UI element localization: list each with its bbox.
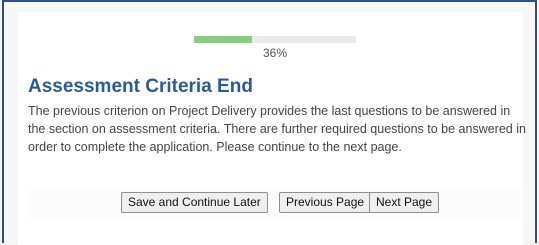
save-and-continue-later-button[interactable]: Save and Continue Later	[121, 192, 268, 213]
progress-bar-track	[194, 36, 356, 43]
progress-indicator: 36%	[194, 36, 356, 60]
progress-label: 36%	[262, 46, 288, 60]
page-title: Assessment Criteria End	[28, 76, 253, 97]
progress-bar-fill	[194, 36, 253, 43]
page-frame: 36% Assessment Criteria End The previous…	[2, 0, 537, 245]
page-description: The previous criterion on Project Delive…	[28, 104, 526, 154]
next-page-button[interactable]: Next Page	[369, 192, 440, 213]
navigation-button-bar: Save and Continue Later Previous Page Ne…	[28, 188, 522, 219]
content-panel: 36% Assessment Criteria End The previous…	[18, 12, 526, 245]
previous-page-button[interactable]: Previous Page	[279, 192, 372, 213]
